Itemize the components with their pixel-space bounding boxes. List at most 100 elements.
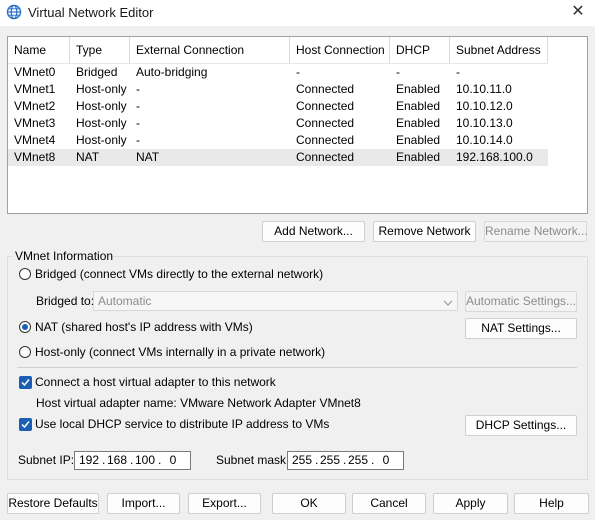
cell-name: VMnet8 [14, 150, 56, 164]
connect-adapter-label[interactable]: Connect a host virtual adapter to this n… [35, 375, 276, 389]
cell-subnet: 192.168.100.0 [456, 150, 533, 164]
cell-dhcp: Enabled [396, 99, 441, 113]
column-header-name[interactable]: Name [8, 37, 70, 63]
dhcp-checkbox[interactable] [19, 418, 32, 431]
table-row[interactable]: VMnet3 Host-only - Connected Enabled 10.10.13… [8, 115, 548, 132]
cell-host: Connected [296, 150, 355, 164]
bridged-to-select[interactable]: Automatic [93, 291, 458, 311]
mask-dot: . [371, 453, 375, 467]
connect-adapter-checkbox[interactable] [19, 376, 32, 389]
apply-button[interactable]: Apply [433, 493, 508, 514]
subnet-mask-input[interactable]: 255 . 255 . 255 . 0 [287, 451, 404, 470]
cell-dhcp: Enabled [396, 116, 441, 130]
ip-dot: . [130, 453, 134, 467]
cell-external: - [136, 133, 140, 147]
table-row[interactable]: VMnet0 Bridged Auto-bridging - - - [8, 64, 548, 81]
bridged-radio-label[interactable]: Bridged (connect VMs directly to the ext… [35, 267, 323, 281]
import-button[interactable]: Import... [107, 493, 180, 514]
cell-name: VMnet0 [14, 65, 56, 79]
bridged-radio[interactable] [19, 268, 31, 280]
ok-button[interactable]: OK [272, 493, 346, 514]
subnet-ip-input[interactable]: 192 . 168 . 100 . 0 [74, 451, 191, 470]
nat-settings-button[interactable]: NAT Settings... [465, 318, 577, 339]
column-header-dhcp[interactable]: DHCP [390, 37, 450, 63]
cell-external: NAT [136, 150, 160, 164]
cell-host: Connected [296, 133, 355, 147]
close-icon[interactable]: ✕ [567, 2, 589, 22]
cell-type: Bridged [76, 65, 118, 79]
mask-octet: 255 [291, 453, 313, 467]
column-header-subnet[interactable]: Subnet Address [450, 37, 548, 63]
ip-dot: . [102, 453, 106, 467]
mask-octet: 255 [319, 453, 341, 467]
column-header-host[interactable]: Host Connection [290, 37, 390, 63]
cell-name: VMnet2 [14, 99, 56, 113]
hostonly-radio-label[interactable]: Host-only (connect VMs internally in a p… [35, 345, 325, 359]
globe-icon [6, 4, 22, 20]
mask-octet: 255 [347, 453, 369, 467]
cell-subnet: - [456, 65, 460, 79]
bridged-to-value: Automatic [98, 294, 152, 308]
cell-dhcp: Enabled [396, 133, 441, 147]
ip-octet: 0 [169, 453, 177, 467]
bridged-to-label: Bridged to: [36, 294, 95, 308]
ip-octet: 100 [134, 453, 156, 467]
ip-dot: . [158, 453, 162, 467]
cell-type: Host-only [76, 82, 127, 96]
cell-subnet: 10.10.12.0 [456, 99, 513, 113]
adapter-name-label: Host virtual adapter name: VMware Networ… [36, 396, 361, 410]
cell-type: NAT [76, 150, 100, 164]
table-header: Name Type External Connection Host Conne… [8, 37, 548, 64]
dhcp-settings-button[interactable]: DHCP Settings... [465, 415, 577, 436]
cell-name: VMnet3 [14, 116, 56, 130]
table-row[interactable]: VMnet8 NAT NAT Connected Enabled 192.168.100.… [8, 149, 548, 166]
cell-subnet: 10.10.14.0 [456, 133, 513, 147]
rename-network-button[interactable]: Rename Network... [484, 221, 588, 242]
cell-external: - [136, 82, 140, 96]
cell-host: Connected [296, 82, 355, 96]
automatic-settings-button[interactable]: Automatic Settings... [465, 291, 577, 312]
export-button[interactable]: Export... [188, 493, 261, 514]
cell-host: Connected [296, 99, 355, 113]
cell-dhcp: Enabled [396, 82, 441, 96]
help-button[interactable]: Help [514, 493, 589, 514]
ip-octet: 168 [106, 453, 128, 467]
mask-dot: . [315, 453, 319, 467]
divider [17, 367, 577, 368]
cell-host: Connected [296, 116, 355, 130]
cell-subnet: 10.10.11.0 [456, 82, 512, 96]
vmnet-info-group [7, 256, 588, 480]
table-row[interactable]: VMnet2 Host-only - Connected Enabled 10.10.12… [8, 98, 548, 115]
cancel-button[interactable]: Cancel [352, 493, 426, 514]
cell-name: VMnet4 [14, 133, 56, 147]
ip-octet: 192 [78, 453, 100, 467]
cell-dhcp: Enabled [396, 150, 441, 164]
mask-dot: . [343, 453, 347, 467]
cell-subnet: 10.10.13.0 [456, 116, 513, 130]
dhcp-label[interactable]: Use local DHCP service to distribute IP … [35, 417, 329, 431]
cell-external: Auto-bridging [136, 65, 208, 79]
add-network-button[interactable]: Add Network... [262, 221, 365, 242]
mask-octet: 0 [382, 453, 390, 467]
cell-dhcp: - [396, 65, 400, 79]
hostonly-radio[interactable] [19, 346, 31, 358]
network-table: Name Type External Connection Host Conne… [7, 36, 588, 214]
column-header-type[interactable]: Type [70, 37, 130, 63]
remove-network-button[interactable]: Remove Network [373, 221, 476, 242]
subnet-mask-label: Subnet mask: [216, 453, 290, 467]
cell-host: - [296, 65, 300, 79]
cell-type: Host-only [76, 99, 127, 113]
restore-defaults-button[interactable]: Restore Defaults [7, 493, 99, 514]
nat-radio-label[interactable]: NAT (shared host's IP address with VMs) [35, 320, 253, 334]
column-header-external[interactable]: External Connection [130, 37, 290, 63]
cell-external: - [136, 116, 140, 130]
cell-external: - [136, 99, 140, 113]
table-row[interactable]: VMnet1 Host-only - Connected Enabled 10.10.11… [8, 81, 548, 98]
table-row[interactable]: VMnet4 Host-only - Connected Enabled 10.10.14… [8, 132, 548, 149]
window-title: Virtual Network Editor [28, 5, 154, 20]
cell-name: VMnet1 [14, 82, 56, 96]
cell-type: Host-only [76, 133, 127, 147]
nat-radio[interactable] [19, 321, 31, 333]
vmnet-info-label: VMnet Information [15, 249, 114, 263]
chevron-down-icon [443, 296, 453, 310]
